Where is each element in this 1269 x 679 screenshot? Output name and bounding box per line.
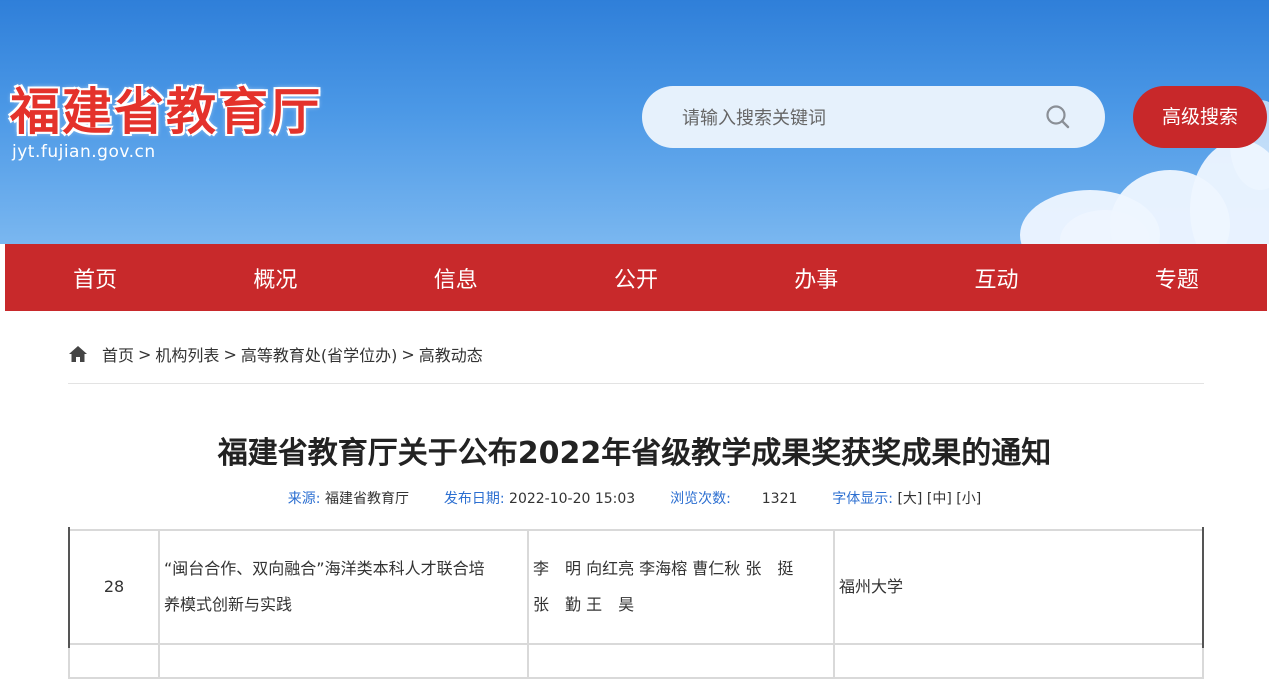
team-members: 李 明 向红亮 李海榕 曹仁秋 张 挺 张 勤 王 昊 <box>527 529 835 645</box>
font-size-medium[interactable]: [中] <box>927 491 952 507</box>
breadcrumb-org-list[interactable]: 机构列表 <box>155 342 219 366</box>
achievement-name-line: “闽台合作、双向融合”海洋类本科人才联合培 <box>164 559 485 578</box>
breadcrumb: 首页 > 机构列表 > 高等教育处(省学位办) > 高教动态 <box>68 342 483 366</box>
search-icon[interactable] <box>1044 103 1072 131</box>
site-logo-title[interactable]: 福建省教育厅 <box>10 72 322 144</box>
breadcrumb-news[interactable]: 高教动态 <box>419 342 483 366</box>
team-members-line: 李 明 向红亮 李海榕 曹仁秋 张 挺 <box>533 559 794 578</box>
source-value: 福建省教育厅 <box>324 491 409 507</box>
views-label: 浏览次数: <box>670 491 731 507</box>
source-label: 来源: <box>287 491 321 507</box>
search-input[interactable] <box>680 104 1024 132</box>
nav-item-overview[interactable]: 概况 <box>200 262 350 294</box>
views-value: 1321 <box>761 491 798 507</box>
institution: 福州大学 <box>833 529 1204 645</box>
breadcrumb-separator: > <box>223 344 237 364</box>
home-icon <box>69 346 87 362</box>
breadcrumb-home[interactable]: 首页 <box>102 342 134 366</box>
font-size-small[interactable]: [小] <box>956 491 981 507</box>
article-meta: 来源: 福建省教育厅 发布日期: 2022-10-20 15:03 浏览次数: … <box>0 488 1269 508</box>
breadcrumb-separator: > <box>138 344 152 364</box>
table-edge <box>1202 527 1204 648</box>
nav-item-topics[interactable]: 专题 <box>1102 262 1252 294</box>
breadcrumb-separator: > <box>401 344 415 364</box>
main-nav: 首页 概况 信息 公开 办事 互动 专题 <box>5 244 1267 311</box>
site-logo-url[interactable]: jyt.fujian.gov.cn <box>12 142 156 162</box>
breadcrumb-higher-ed[interactable]: 高等教育处(省学位办) <box>241 342 398 366</box>
nav-item-info[interactable]: 信息 <box>381 262 531 294</box>
date-value: 2022-10-20 15:03 <box>509 491 636 507</box>
date-label: 发布日期: <box>443 491 505 507</box>
header-banner: 福建省教育厅 jyt.fujian.gov.cn 高级搜索 <box>0 0 1269 244</box>
nav-item-home[interactable]: 首页 <box>20 262 170 294</box>
table-edge <box>68 527 70 648</box>
team-members-line: 张 勤 王 昊 <box>533 595 635 614</box>
nav-item-services[interactable]: 办事 <box>741 262 891 294</box>
font-size-large[interactable]: [大] <box>897 491 922 507</box>
search-box <box>642 86 1105 148</box>
row-number: 28 <box>68 529 160 645</box>
nav-item-interaction[interactable]: 互动 <box>922 262 1072 294</box>
advanced-search-button[interactable]: 高级搜索 <box>1133 86 1267 148</box>
table-row <box>68 643 1204 679</box>
font-size-label: 字体显示: <box>832 491 894 507</box>
article-title: 福建省教育厅关于公布2022年省级教学成果奖获奖成果的通知 <box>217 436 1052 471</box>
table-row: 28 “闽台合作、双向融合”海洋类本科人才联合培 养模式创新与实践 李 明 向红… <box>68 529 1204 645</box>
divider <box>68 383 1204 384</box>
achievement-name: “闽台合作、双向融合”海洋类本科人才联合培 养模式创新与实践 <box>158 529 529 645</box>
nav-item-public[interactable]: 公开 <box>561 262 711 294</box>
achievement-name-line: 养模式创新与实践 <box>164 595 293 614</box>
